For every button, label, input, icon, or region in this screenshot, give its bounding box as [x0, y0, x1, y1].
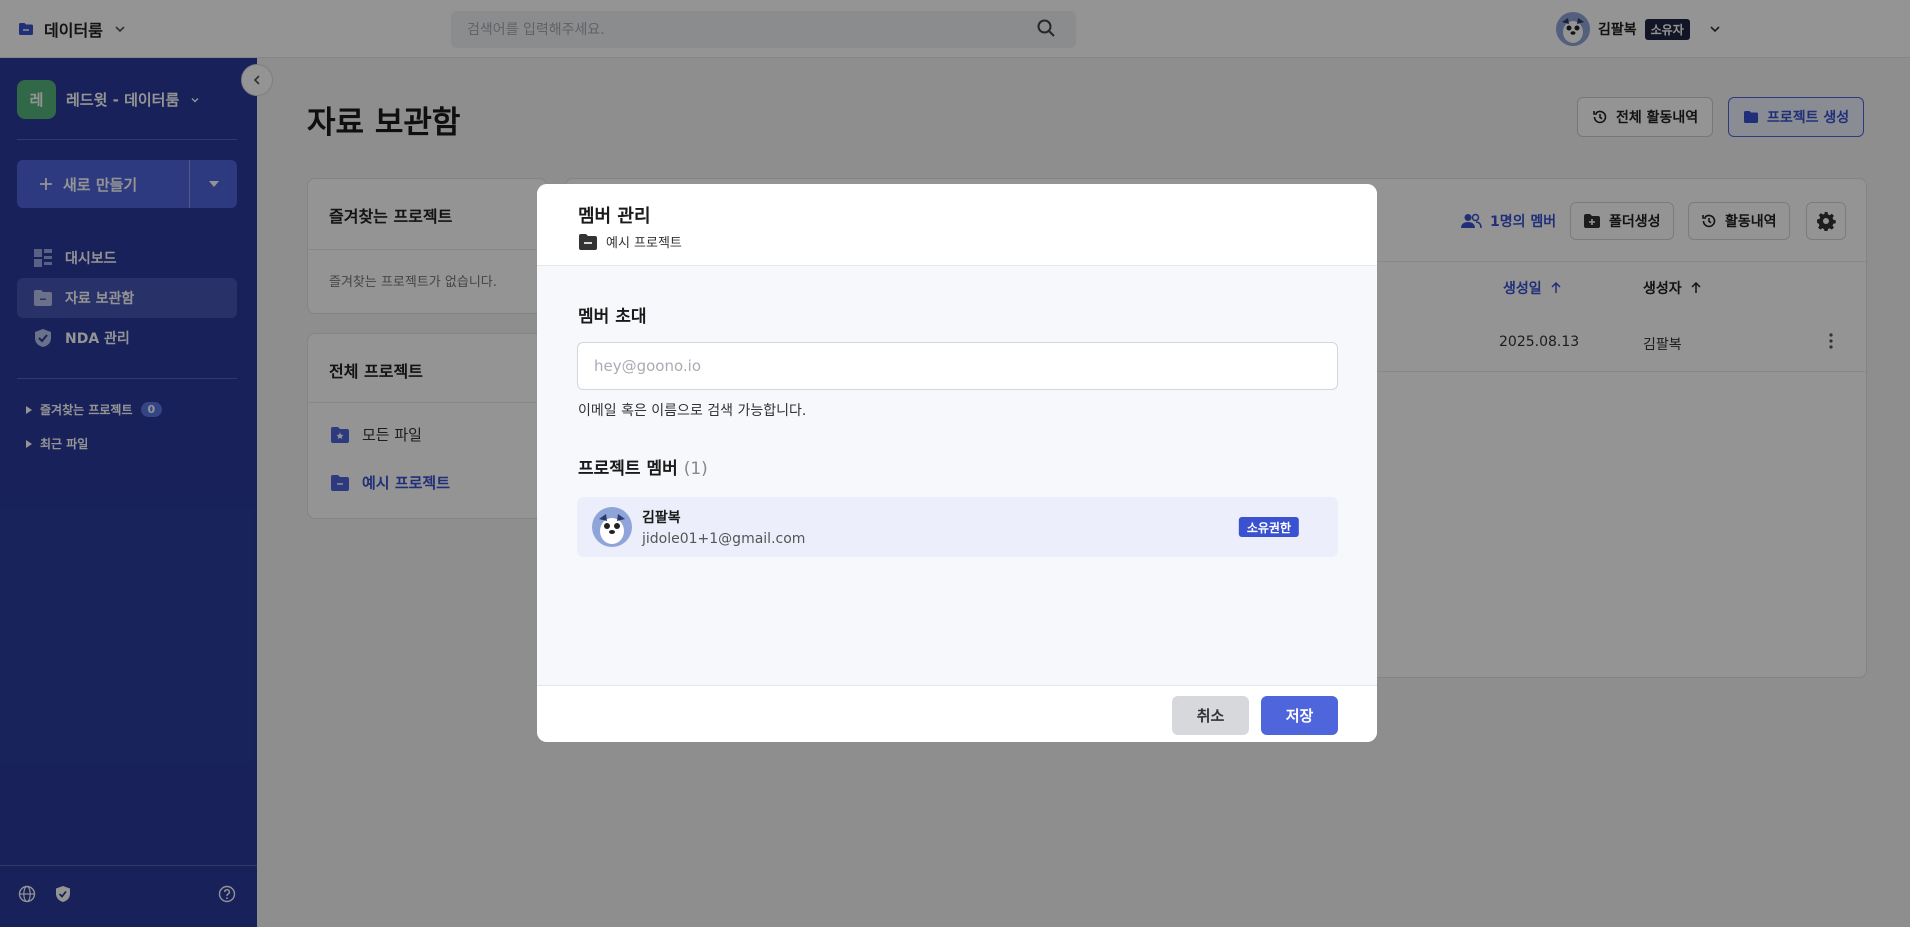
role-badge: 소유권한 — [1238, 517, 1299, 537]
member-email: jidole01+1@gmail.com — [642, 531, 806, 547]
invite-section-label: 멤버 초대 — [578, 307, 647, 327]
member-name: 김팔복 — [642, 510, 681, 526]
member-management-dialog: 멤버 관리 예시 프로젝트 멤버 초대 이메일 혹은 이름으로 검색 가능합니다… — [537, 184, 1377, 742]
avatar — [592, 507, 632, 547]
members-section-count: (1) — [683, 459, 708, 479]
save-button[interactable]: 저장 — [1261, 696, 1338, 735]
dialog-title: 멤버 관리 — [578, 206, 651, 227]
members-section-label: 프로젝트 멤버 (1) — [578, 454, 708, 479]
members-section-title: 프로젝트 멤버 — [578, 459, 678, 479]
folder-icon — [578, 233, 598, 251]
dialog-footer: 취소 저장 — [537, 685, 1377, 742]
invite-email-input[interactable] — [577, 342, 1338, 390]
dialog-header: 멤버 관리 예시 프로젝트 — [537, 184, 1377, 266]
dialog-project-name: 예시 프로젝트 — [606, 236, 682, 251]
invite-hint: 이메일 혹은 이름으로 검색 가능합니다. — [578, 403, 807, 419]
list-item[interactable]: 김팔복 jidole01+1@gmail.com 소유권한 — [577, 497, 1338, 557]
dialog-project: 예시 프로젝트 — [578, 232, 682, 251]
cancel-button[interactable]: 취소 — [1172, 696, 1249, 735]
